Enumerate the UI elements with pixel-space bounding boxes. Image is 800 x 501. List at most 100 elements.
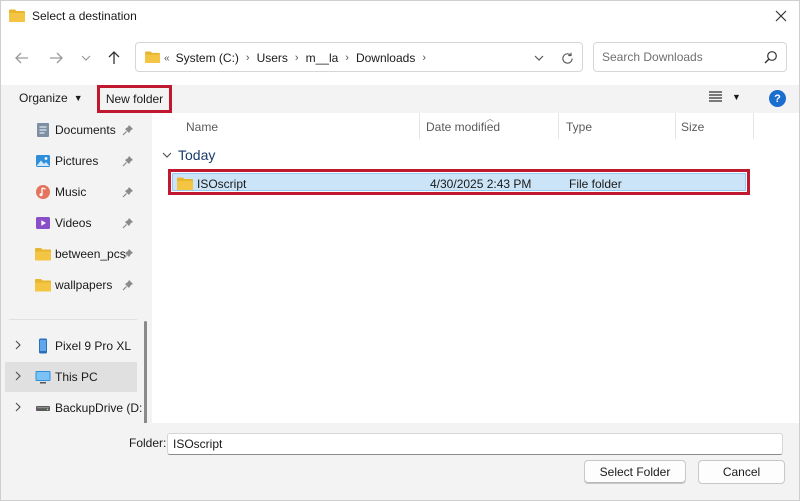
- sidebar-item-wallpapers[interactable]: wallpapers: [1, 270, 141, 300]
- window-title: Select a destination: [32, 9, 137, 23]
- chevron-right-icon[interactable]: ›: [345, 52, 349, 64]
- sidebar-item-music[interactable]: Music: [1, 177, 141, 207]
- refresh-button[interactable]: [558, 49, 576, 67]
- navigation-pane: Documents Pictures Music Videos between_…: [1, 113, 147, 457]
- caret-down-icon: ▼: [732, 91, 741, 102]
- sidebar-item-label: This PC: [55, 370, 98, 384]
- sidebar-item-label: Videos: [55, 216, 92, 230]
- group-label: Today: [178, 147, 216, 163]
- sidebar-item-label: between_pcs: [55, 247, 126, 261]
- new-folder-button[interactable]: New folder: [97, 85, 172, 113]
- navigation-bar: « System (C:) › Users › m__la › Download…: [1, 31, 799, 85]
- sidebar-item-videos[interactable]: Videos: [1, 208, 141, 238]
- folder-label: Folder:: [129, 436, 167, 450]
- chevron-right-icon[interactable]: [14, 340, 22, 350]
- file-list: Name ︿ Date modified Type Size Today ISO…: [152, 113, 799, 423]
- column-header-name[interactable]: Name: [186, 120, 218, 134]
- column-header-size[interactable]: Size: [681, 120, 704, 134]
- search-icon[interactable]: [764, 50, 778, 64]
- sidebar-divider: [9, 319, 137, 320]
- file-dialog: Select a destination « System (C:) › Use…: [0, 0, 800, 501]
- arrow-right-icon: [50, 52, 63, 64]
- column-divider[interactable]: [753, 113, 754, 139]
- arrow-left-icon: [15, 52, 28, 64]
- address-bar[interactable]: « System (C:) › Users › m__la › Download…: [135, 42, 583, 72]
- search-input[interactable]: [594, 43, 754, 71]
- sidebar-item-label: wallpapers: [55, 278, 113, 292]
- chevron-right-icon[interactable]: ›: [246, 52, 250, 64]
- close-icon: [775, 10, 787, 22]
- help-button[interactable]: ?: [769, 90, 786, 107]
- chevron-down-icon: [81, 55, 91, 61]
- file-date: 4/30/2025 2:43 PM: [430, 177, 532, 191]
- breadcrumb-item-users[interactable]: Users: [257, 51, 288, 65]
- table-row[interactable]: ISOscript 4/30/2025 2:43 PM File folder: [168, 169, 750, 195]
- pin-icon: [122, 187, 133, 198]
- sidebar-item-backupdrive[interactable]: BackupDrive (D:: [1, 393, 143, 423]
- sidebar-item-label: Music: [55, 185, 87, 199]
- chevron-right-icon[interactable]: [14, 371, 22, 381]
- title-bar: Select a destination: [1, 1, 799, 31]
- view-options-button[interactable]: ▼: [709, 91, 741, 102]
- videos-icon: [36, 217, 50, 229]
- sidebar-item-label: Pictures: [55, 154, 99, 168]
- select-folder-button[interactable]: Select Folder: [584, 460, 686, 484]
- pin-icon: [122, 156, 133, 167]
- organize-button[interactable]: Organize ▼: [19, 91, 83, 105]
- chevron-down-icon: [534, 55, 544, 61]
- sidebar-item-this-pc[interactable]: This PC: [5, 362, 137, 392]
- column-header-type[interactable]: Type: [566, 120, 592, 134]
- row-selection: ISOscript 4/30/2025 2:43 PM File folder: [172, 173, 746, 191]
- breadcrumb-item-system[interactable]: System (C:): [176, 51, 239, 65]
- folder-name-input[interactable]: [167, 433, 783, 455]
- close-button[interactable]: [769, 5, 793, 27]
- address-dropdown-button[interactable]: [530, 49, 548, 67]
- search-box[interactable]: [593, 42, 787, 72]
- breadcrumb-item-downloads[interactable]: Downloads: [356, 51, 415, 65]
- organize-label: Organize: [19, 91, 68, 105]
- command-bar: Organize ▼ New folder ▼ ?: [1, 85, 799, 113]
- folder-icon: [177, 177, 193, 190]
- sidebar-item-pixel-9-pro-xl[interactable]: Pixel 9 Pro XL: [1, 331, 141, 361]
- back-button[interactable]: [11, 47, 33, 69]
- sidebar-item-between-pcs[interactable]: between_pcs: [1, 239, 141, 269]
- breadcrumb-overflow[interactable]: «: [164, 53, 170, 64]
- sidebar-item-label: Documents: [55, 123, 116, 137]
- music-icon: [36, 185, 50, 199]
- caret-down-icon: ▼: [73, 93, 83, 103]
- breadcrumb: « System (C:) › Users › m__la › Download…: [164, 51, 433, 65]
- sidebar-item-label: BackupDrive (D:: [55, 401, 143, 415]
- folder-icon: [35, 248, 51, 261]
- dialog-footer: Folder: Select Folder Cancel: [1, 423, 799, 500]
- pin-icon: [122, 218, 133, 229]
- column-divider[interactable]: [675, 113, 676, 139]
- folder-icon: [9, 9, 25, 22]
- file-type: File folder: [569, 177, 622, 191]
- pictures-icon: [36, 155, 50, 167]
- chevron-right-icon[interactable]: ›: [295, 52, 299, 64]
- folder-icon: [35, 279, 51, 292]
- sidebar-item-documents[interactable]: Documents: [1, 115, 141, 145]
- cancel-button[interactable]: Cancel: [698, 460, 785, 484]
- list-view-icon: [709, 91, 722, 102]
- chevron-right-icon[interactable]: ›: [422, 52, 426, 64]
- documents-icon: [37, 123, 49, 137]
- column-divider[interactable]: [558, 113, 559, 139]
- pin-icon: [122, 249, 133, 260]
- group-header-today[interactable]: Today: [162, 147, 215, 163]
- sidebar-item-label: Pixel 9 Pro XL: [55, 339, 132, 353]
- monitor-icon: [35, 371, 51, 384]
- forward-button[interactable]: [45, 47, 67, 69]
- pin-icon: [122, 125, 133, 136]
- chevron-right-icon[interactable]: [14, 402, 22, 412]
- up-button[interactable]: [103, 47, 125, 69]
- column-divider[interactable]: [419, 113, 420, 139]
- file-name: ISOscript: [197, 177, 247, 191]
- breadcrumb-item-user[interactable]: m__la: [306, 51, 339, 65]
- drive-icon: [36, 406, 50, 411]
- recent-locations-button[interactable]: [75, 47, 97, 69]
- column-header-date[interactable]: Date modified: [426, 120, 500, 134]
- sidebar-item-pictures[interactable]: Pictures: [1, 146, 141, 176]
- folder-icon: [145, 51, 160, 63]
- pin-icon: [122, 280, 133, 291]
